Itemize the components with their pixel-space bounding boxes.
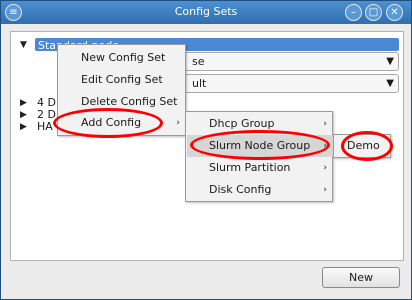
menu-item-label: Edit Config Set — [81, 73, 163, 86]
menu-item-label: Slurm Partition — [209, 161, 291, 174]
chevron-down-icon: ▼ — [386, 56, 394, 67]
menu-item-disk-config[interactable]: Disk Config › — [187, 179, 333, 201]
annotation-ellipse — [341, 131, 393, 161]
chevron-down-icon: ▼ — [386, 78, 394, 89]
menu-item-edit-config-set[interactable]: Edit Config Set — [59, 69, 186, 91]
menu-item-new-config-set[interactable]: New Config Set — [59, 47, 186, 69]
chevron-right-icon: › — [323, 185, 327, 195]
chevron-right-icon: › — [176, 118, 180, 128]
config-combo-2[interactable]: ult ▼ — [161, 74, 399, 93]
minimize-icon[interactable]: – — [345, 4, 362, 21]
menu-item-slurm-partition[interactable]: Slurm Partition › — [187, 157, 333, 179]
menu-item-label: New Config Set — [81, 51, 166, 64]
menu-item-label: Disk Config — [209, 183, 272, 196]
annotation-ellipse — [190, 130, 330, 160]
chevron-right-icon: › — [323, 119, 327, 129]
expand-caret-icon[interactable]: ▼ — [20, 38, 30, 52]
title-bar[interactable]: ≡ Config Sets – □ ✕ — [1, 1, 411, 24]
expand-caret-icon[interactable]: ▶ — [20, 120, 30, 134]
chevron-right-icon: › — [323, 163, 327, 173]
annotation-ellipse — [53, 108, 163, 138]
new-button[interactable]: New — [322, 267, 400, 288]
config-combo-1[interactable]: se ▼ — [161, 52, 399, 71]
combo-value: ult — [192, 77, 207, 90]
tree-row-label: HA — [37, 120, 53, 133]
maximize-icon[interactable]: □ — [365, 4, 382, 21]
close-icon[interactable]: ✕ — [386, 4, 403, 21]
combo-value: se — [192, 55, 205, 68]
